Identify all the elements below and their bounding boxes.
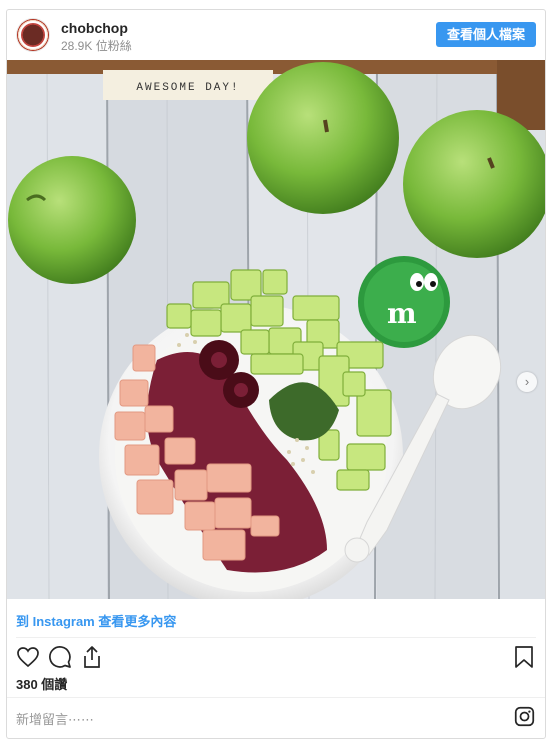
post-photo[interactable]: AWESOME DAY! m › (7, 60, 545, 599)
view-more-on-instagram-link[interactable]: 到 Instagram 查看更多內容 (16, 611, 176, 630)
instagram-embed-card: chobchop 28.9K 位粉絲 查看個人檔案 AWESOME DAY! m… (6, 9, 546, 739)
photo-illustration: AWESOME DAY! m (7, 60, 545, 599)
heart-icon[interactable] (16, 645, 40, 669)
view-profile-button[interactable]: 查看個人檔案 (435, 22, 536, 47)
like-count[interactable]: 380 個讚 (16, 674, 67, 693)
share-icon[interactable] (80, 645, 104, 669)
sign-text: AWESOME DAY! (136, 82, 239, 94)
comment-icon[interactable] (48, 645, 72, 669)
follower-count: 28.9K 位粉絲 (61, 39, 132, 53)
bookmark-icon[interactable] (512, 645, 536, 669)
instagram-icon[interactable] (514, 706, 535, 727)
divider (7, 697, 545, 698)
post-header: chobchop 28.9K 位粉絲 查看個人檔案 (7, 10, 545, 60)
svg-text:m: m (387, 297, 417, 330)
divider (16, 637, 536, 638)
carousel-next-button[interactable]: › (517, 372, 537, 392)
action-bar (7, 642, 545, 674)
add-comment-input[interactable]: 新增留言⋯⋯ (16, 709, 94, 728)
chevron-right-icon: › (524, 374, 530, 389)
username[interactable]: chobchop (61, 20, 128, 36)
avatar[interactable] (17, 19, 49, 51)
